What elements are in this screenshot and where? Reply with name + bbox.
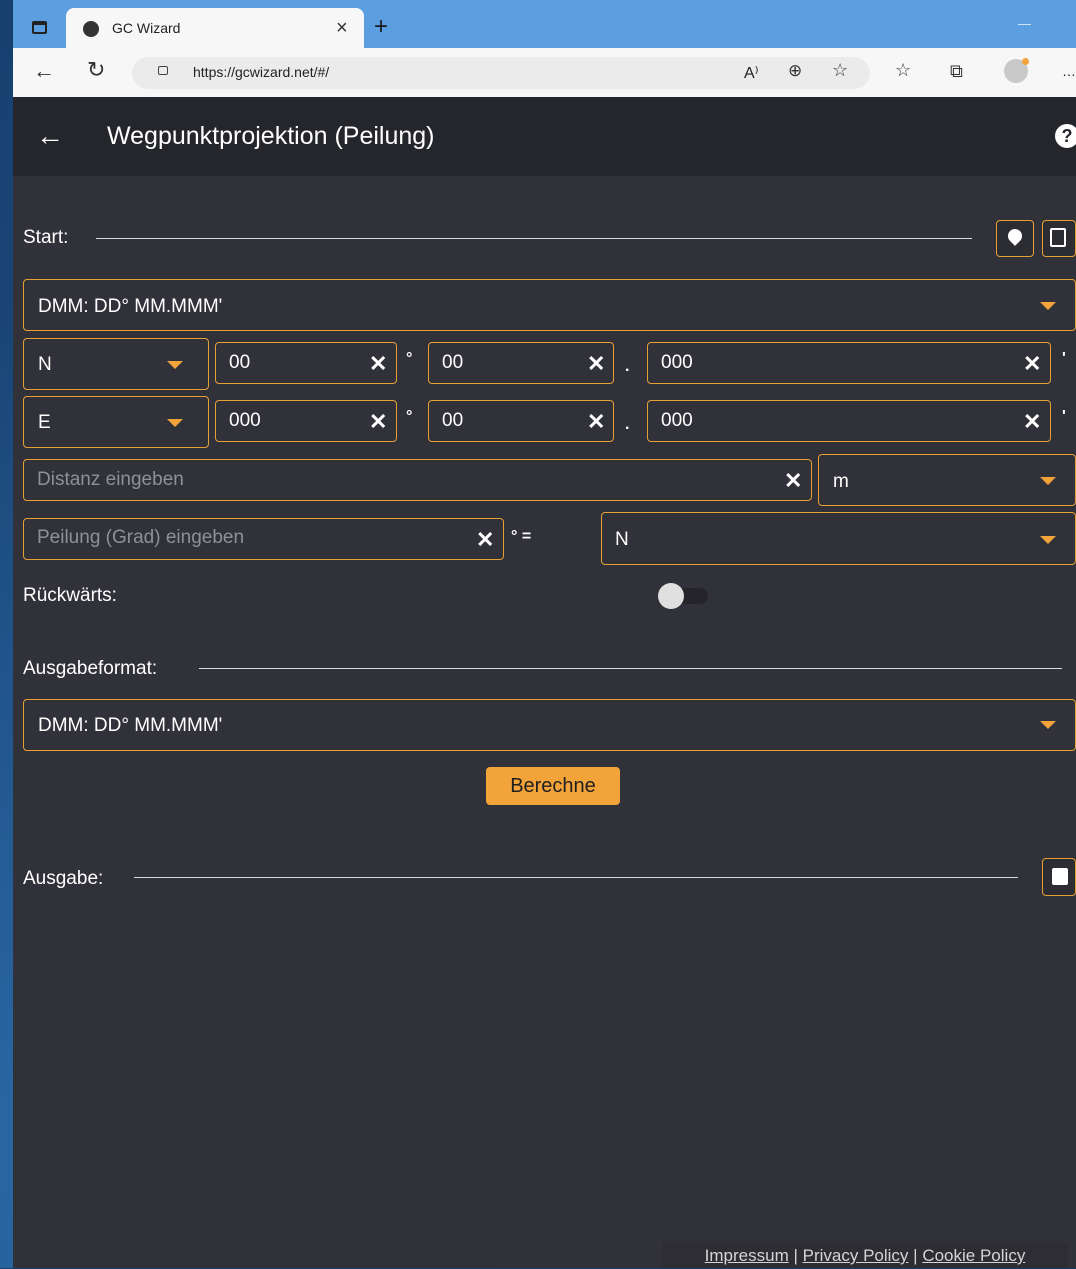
tab-close-icon[interactable]: × — [336, 17, 348, 40]
start-format-value: DMM: DD° MM.MMM' — [38, 296, 223, 317]
lat-hemisphere-value: N — [38, 354, 52, 375]
lat-decimals-value: 000 — [661, 352, 693, 373]
paste-button[interactable] — [1042, 220, 1076, 257]
output-format-caret-icon — [1040, 721, 1056, 729]
output-divider — [134, 877, 1018, 878]
reverse-label: Rückwärts: — [23, 585, 117, 606]
distance-unit-value: m — [833, 471, 849, 492]
profile-badge-icon — [1022, 58, 1029, 65]
lat-minute-symbol: ' — [1062, 350, 1066, 367]
lon-decimals-clear-icon[interactable]: ✕ — [1023, 411, 1041, 433]
output-format-label: Ausgabeformat: — [23, 658, 158, 679]
lon-minute-symbol: ' — [1062, 408, 1066, 425]
help-icon[interactable]: ? — [1055, 124, 1076, 148]
bearing-suffix: ° = — [511, 528, 532, 545]
lat-decimals-input[interactable] — [647, 342, 1051, 384]
lon-minutes-value: 00 — [442, 410, 464, 431]
lat-dot-symbol: . — [625, 358, 630, 375]
lon-degree-symbol: ° — [406, 408, 413, 425]
calculate-button[interactable]: Berechne — [486, 767, 620, 805]
distance-unit-caret-icon — [1040, 477, 1056, 485]
start-format-caret-icon — [1040, 302, 1056, 310]
page-title: Wegpunktprojektion (Peilung) — [107, 122, 435, 150]
back-icon[interactable]: ← — [33, 60, 55, 82]
lon-hemisphere-value: E — [38, 412, 51, 433]
bearing-direction-dropdown[interactable] — [601, 512, 1076, 565]
more-icon[interactable]: … — [1062, 63, 1076, 79]
location-pin-icon — [1005, 226, 1025, 246]
browser-tab[interactable] — [66, 8, 364, 48]
reverse-toggle[interactable] — [658, 583, 708, 609]
lon-hemisphere-caret-icon — [167, 419, 183, 427]
reload-icon[interactable]: ↻ — [87, 59, 105, 81]
distance-clear-icon[interactable]: ✕ — [784, 470, 802, 492]
save-button[interactable] — [1042, 858, 1076, 896]
favorite-add-icon[interactable]: ☆ — [832, 61, 848, 79]
clipboard-icon — [1050, 228, 1066, 247]
save-icon — [1052, 868, 1068, 885]
lon-degrees-clear-icon[interactable]: ✕ — [369, 411, 387, 433]
minimize-icon[interactable] — [1018, 24, 1031, 25]
lon-decimals-input[interactable] — [647, 400, 1051, 442]
lat-hemisphere-caret-icon — [167, 361, 183, 369]
location-button[interactable] — [996, 220, 1034, 257]
new-tab-icon[interactable]: + — [374, 13, 388, 41]
start-divider — [96, 238, 972, 239]
url-text[interactable]: https://gcwizard.net/#/ — [193, 64, 329, 80]
bearing-direction-value: N — [615, 529, 629, 550]
lon-decimals-value: 000 — [661, 410, 693, 431]
lon-minutes-clear-icon[interactable]: ✕ — [587, 411, 605, 433]
reverse-toggle-thumb — [658, 583, 684, 609]
bearing-direction-caret-icon — [1040, 536, 1056, 544]
zoom-icon[interactable]: ⊕ — [788, 62, 802, 79]
lat-degree-symbol: ° — [406, 350, 413, 367]
lon-dot-symbol: . — [625, 416, 630, 433]
lat-decimals-clear-icon[interactable]: ✕ — [1023, 353, 1041, 375]
tab-actions-icon[interactable] — [32, 21, 47, 34]
bearing-clear-icon[interactable]: ✕ — [476, 529, 494, 551]
favicon-icon — [83, 21, 99, 37]
distance-placeholder: Distanz eingeben — [37, 469, 184, 490]
footer-separator: | — [793, 1246, 798, 1265]
output-format-value: DMM: DD° MM.MMM' — [38, 715, 223, 736]
footer-separator: | — [913, 1246, 918, 1265]
read-aloud-icon[interactable]: A⁾ — [744, 63, 759, 83]
output-format-divider — [199, 668, 1062, 669]
distance-unit-dropdown[interactable] — [818, 454, 1076, 506]
tab-title: GC Wizard — [112, 20, 181, 36]
privacy-policy-link[interactable]: Privacy Policy — [803, 1246, 909, 1265]
lock-icon — [158, 66, 168, 75]
app-back-icon[interactable]: ← — [36, 122, 64, 150]
lat-degrees-clear-icon[interactable]: ✕ — [369, 353, 387, 375]
lat-degrees-value: 00 — [229, 352, 251, 373]
favorites-icon[interactable]: ☆ — [895, 61, 911, 79]
cookie-policy-link[interactable]: Cookie Policy — [922, 1246, 1025, 1265]
output-label: Ausgabe: — [23, 868, 104, 889]
footer: Impressum | Privacy Policy | Cookie Poli… — [662, 1243, 1068, 1268]
lat-minutes-value: 00 — [442, 352, 464, 373]
collections-icon[interactable]: ⧉ — [950, 62, 963, 80]
lon-degrees-value: 000 — [229, 410, 261, 431]
bearing-placeholder: Peilung (Grad) eingeben — [37, 527, 245, 548]
start-label: Start: — [23, 227, 69, 248]
lat-minutes-clear-icon[interactable]: ✕ — [587, 353, 605, 375]
impressum-link[interactable]: Impressum — [705, 1246, 789, 1265]
